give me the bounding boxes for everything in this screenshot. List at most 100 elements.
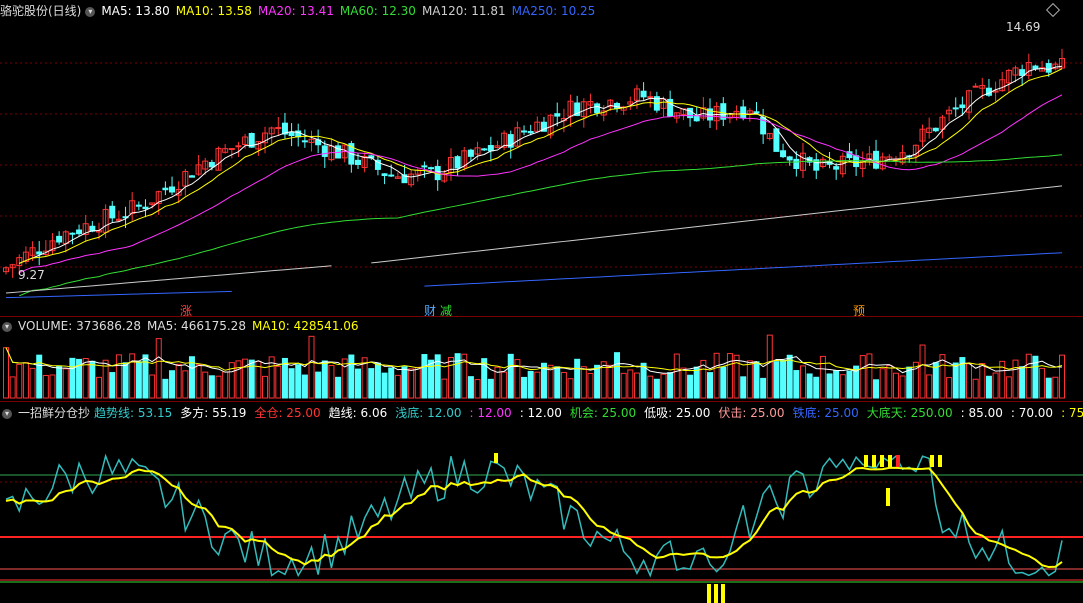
volume-bar xyxy=(952,362,959,399)
candle-body xyxy=(355,159,361,165)
volume-bar xyxy=(773,361,780,399)
volume-bar xyxy=(335,376,342,399)
stock-name: 骆驼股份(日线) xyxy=(0,4,82,18)
signal-bar xyxy=(930,455,934,467)
volume-bar xyxy=(985,375,992,399)
ma-line-60 xyxy=(19,154,1063,297)
candle-body xyxy=(135,204,142,207)
volume-bar xyxy=(321,360,328,399)
signal-bar xyxy=(888,455,892,467)
volume-bar xyxy=(308,335,315,399)
candle-body xyxy=(773,128,780,152)
volume-bar xyxy=(22,362,29,399)
volume-bar xyxy=(713,352,720,399)
ma-line-250 xyxy=(424,252,1063,287)
volume-bar xyxy=(992,372,999,399)
volume-bar xyxy=(1012,359,1019,399)
ma-line-120 xyxy=(5,265,332,294)
volume-bar xyxy=(819,355,826,399)
panel-divider xyxy=(0,401,1083,402)
volume-bar xyxy=(288,368,295,399)
candle-body xyxy=(952,107,959,110)
candle-body xyxy=(527,130,534,134)
candle-body xyxy=(275,127,282,130)
volume-bar xyxy=(36,354,43,399)
candle-body xyxy=(481,148,488,151)
volume-bar xyxy=(667,372,674,399)
volume-bar xyxy=(560,371,567,399)
volume-bar xyxy=(594,364,601,399)
volume-bar xyxy=(195,364,202,399)
volume-bar xyxy=(640,362,647,399)
signal-bar xyxy=(886,488,890,506)
candle-body xyxy=(640,90,647,98)
candle-body xyxy=(554,113,561,117)
volume-bar xyxy=(574,358,581,399)
candle-body xyxy=(454,156,461,169)
volume-bar xyxy=(182,370,189,399)
volume-bar xyxy=(115,354,122,399)
volume-bar xyxy=(374,362,381,399)
volume-bar xyxy=(521,376,528,399)
volume-bar xyxy=(873,379,880,399)
volume-bar xyxy=(627,369,634,399)
volume-bar xyxy=(328,365,335,399)
ma-legend-item: MA250: 10.25 xyxy=(511,4,596,18)
volume-bar xyxy=(1039,367,1046,399)
candle-body xyxy=(235,145,242,148)
ma-line-120 xyxy=(371,185,1063,264)
volume-bar xyxy=(262,375,269,399)
volume-bar xyxy=(780,359,787,399)
ma-legend: MA5: 13.80 MA10: 13.58 MA20: 13.41 MA60: 12… xyxy=(101,4,601,18)
volume-bar xyxy=(926,374,933,399)
ma-legend-item: MA120: 11.81 xyxy=(421,4,506,18)
volume-bar xyxy=(3,347,9,399)
volume-bar xyxy=(892,372,899,399)
volume-bar xyxy=(687,374,694,399)
volume-bar xyxy=(680,367,687,399)
volume-bar xyxy=(109,372,116,399)
candle-body xyxy=(853,155,860,168)
collapse-circle-icon[interactable]: ▾ xyxy=(2,408,12,419)
volume-bar xyxy=(799,365,806,399)
volume-bar xyxy=(647,375,654,399)
volume-bar xyxy=(235,360,242,399)
volume-bar xyxy=(341,358,348,399)
volume-bar xyxy=(813,376,820,399)
volume-bar xyxy=(833,370,840,399)
candle-body xyxy=(388,174,395,177)
candle-body xyxy=(162,187,169,191)
candle-body xyxy=(228,147,235,150)
volume-label: VOLUME: 373686.28 xyxy=(18,319,141,333)
volume-bar xyxy=(42,374,49,399)
candle-body xyxy=(301,140,308,143)
ma-line-20 xyxy=(19,94,1063,274)
low-price-label: 9.27 xyxy=(18,268,45,282)
candle-body xyxy=(594,103,601,114)
signal-bar xyxy=(494,453,498,463)
volume-bar xyxy=(580,366,587,399)
volume-bar xyxy=(786,354,793,399)
volume-bar xyxy=(467,376,474,399)
volume-bar xyxy=(355,368,361,399)
volume-bar xyxy=(401,366,408,399)
volume-bar xyxy=(215,375,222,399)
volume-bar xyxy=(301,374,308,399)
bottom-signal-bar xyxy=(721,584,725,603)
volume-bar xyxy=(919,344,926,399)
candle-body xyxy=(467,149,474,157)
volume-bar xyxy=(866,353,873,399)
volume-bar xyxy=(707,372,713,399)
collapse-circle-icon[interactable]: ▾ xyxy=(2,321,12,332)
collapse-circle-icon[interactable]: ▾ xyxy=(85,6,96,17)
candle-body xyxy=(786,156,793,161)
volume-bar xyxy=(673,353,680,399)
bull-line xyxy=(5,466,1063,569)
volume-bar xyxy=(368,368,375,399)
volume-bar xyxy=(9,376,16,399)
volume-bar xyxy=(567,378,574,399)
volume-bar xyxy=(740,376,747,399)
volume-bar xyxy=(607,364,614,399)
volume-bar xyxy=(16,363,23,399)
candle-body xyxy=(142,206,149,210)
